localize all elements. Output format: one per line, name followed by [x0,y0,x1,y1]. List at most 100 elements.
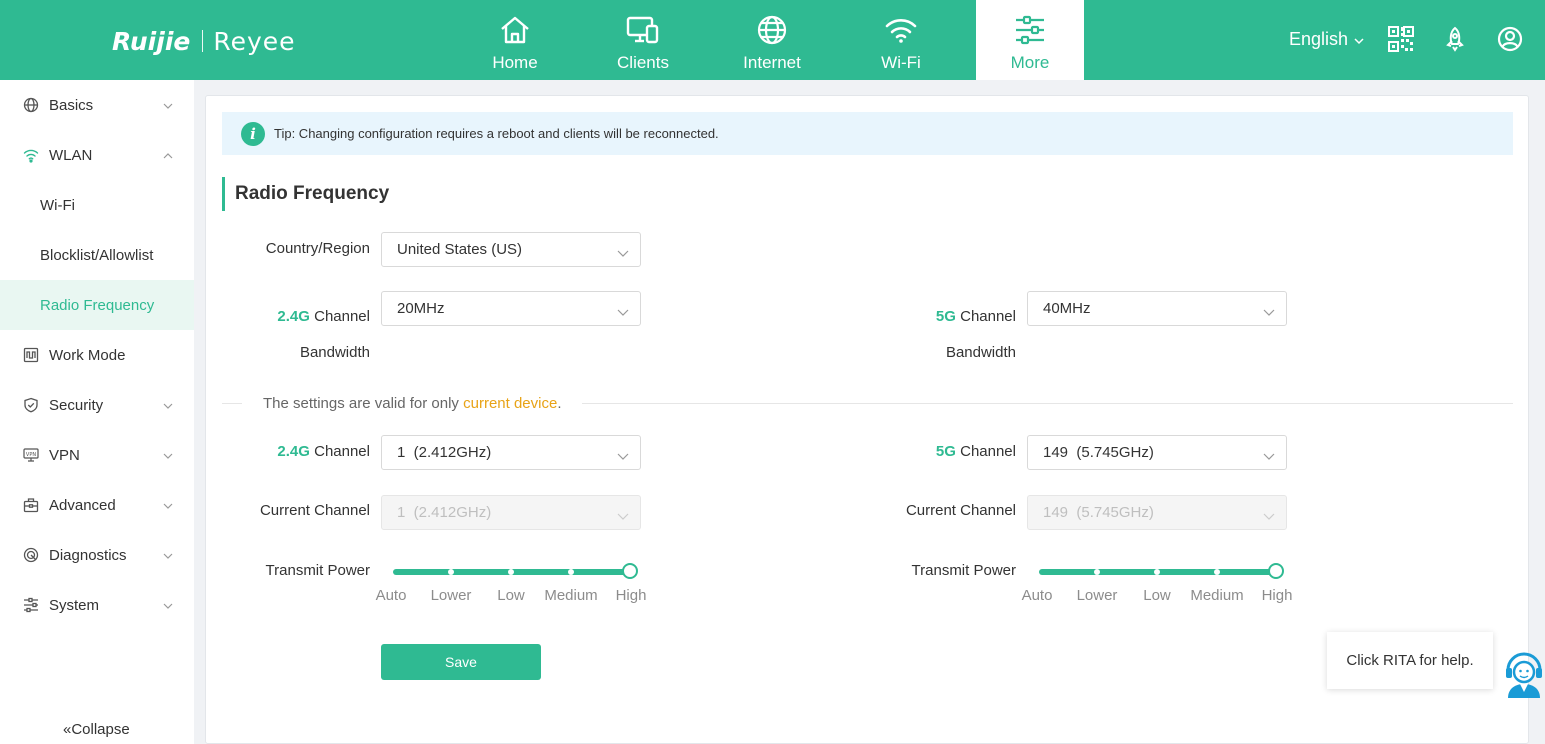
devices-icon [626,13,660,47]
power-level-high[interactable]: High [616,587,647,604]
band24-bandwidth-value: 20MHz [397,300,445,317]
slider-step-dot [1154,569,1160,575]
chevron-down-icon [162,449,174,461]
rita-help-bubble[interactable]: Click RITA for help. [1327,632,1493,689]
band5-bw-label-b: Bandwidth [945,344,1016,361]
divider-line-right [582,403,1513,404]
band24-bandwidth-label: 2.4G Channel Bandwidth [250,299,370,371]
band24-current-channel-select: 1 (2.412GHz) [381,495,641,530]
brand-logo[interactable]: Ruijie Reyee [112,26,296,56]
band5-power-slider[interactable] [1039,562,1284,582]
band24-power-label: Transmit Power [265,562,370,579]
band5-bandwidth-select[interactable]: 40MHz [1027,291,1287,326]
sidebar-item-work-mode[interactable]: Work Mode [0,330,194,380]
chevron-down-icon [617,508,629,520]
sidebar-item-advanced[interactable]: Advanced [0,480,194,530]
band24-channel-label: 2.4G Channel [250,443,370,460]
user-icon[interactable] [1497,26,1523,52]
divider-text-c: . [557,395,562,412]
power-level-medium[interactable]: Medium [1190,587,1243,604]
sidebar-item-diagnostics[interactable]: Diagnostics [0,530,194,580]
chevron-down-icon [162,399,174,411]
logo-separator [202,30,204,52]
sidebar-item-system[interactable]: System [0,580,194,630]
power-level-auto[interactable]: Auto [376,587,407,604]
logo-reyee: Reyee [213,26,296,56]
chevron-down-icon [617,245,629,257]
sidebar-item-label: WLAN [49,146,93,164]
chevron-down-icon [1263,448,1275,460]
country-select[interactable]: United States (US) [381,232,641,267]
chevron-down-icon [162,549,174,561]
power-level-low[interactable]: Low [497,587,525,604]
globe-icon [756,13,788,47]
toolbox-icon [23,497,39,513]
qrcode-icon[interactable] [1388,26,1414,52]
nav-more[interactable]: More [976,0,1084,80]
sidebar-subitem-radio-frequency[interactable]: Radio Frequency [0,280,194,330]
chevron-down-icon [1263,304,1275,316]
band5-channel-value: 149 (5.745GHz) [1043,444,1154,461]
sidebar-subitem-label: Blocklist/Allowlist [40,246,154,264]
sidebar-subitem-wifi[interactable]: Wi-Fi [0,180,194,230]
language-select[interactable]: English [1289,29,1364,50]
band24-power-slider[interactable] [393,562,638,582]
slider-knob[interactable] [622,563,638,579]
sidebar-item-basics[interactable]: Basics [0,80,194,130]
rita-avatar-icon[interactable] [1504,650,1544,698]
power-level-high[interactable]: High [1262,587,1293,604]
sidebar-item-wlan[interactable]: WLAN [0,130,194,180]
power-level-medium[interactable]: Medium [544,587,597,604]
band24-channel-label-text: Channel [314,443,370,460]
nav-home[interactable]: Home [461,0,569,80]
nav-home-label: Home [492,53,538,72]
system-icon [23,597,39,613]
sidebar-item-label: Work Mode [49,346,126,364]
nav-clients[interactable]: Clients [589,0,697,80]
nav-wifi-label: Wi-Fi [881,53,921,72]
band5-current-channel-label: Current Channel [905,502,1016,519]
band24-channel-select[interactable]: 1 (2.412GHz) [381,435,641,470]
save-button[interactable]: Save [381,644,541,680]
band5-channel-tag: 5G [935,443,956,460]
rocket-icon[interactable] [1443,26,1469,52]
power-level-low[interactable]: Low [1143,587,1171,604]
band24-tag: 2.4G [277,308,310,325]
country-label: Country/Region [265,240,370,257]
language-label: English [1289,29,1349,49]
sidebar: Basics WLAN Wi-Fi Blocklist/Allowlist Ra… [0,80,194,744]
sidebar-subitem-blocklist-allowlist[interactable]: Blocklist/Allowlist [0,230,194,280]
band5-power-label: Transmit Power [911,562,1016,579]
nav-more-label: More [1010,53,1050,72]
collapse-label: Collapse [71,721,130,738]
band24-bw-label-a: Channel [314,308,370,325]
tip-text: Tip: Changing configuration requires a r… [274,126,719,141]
workmode-icon [23,347,39,363]
wifi-icon [23,147,39,163]
divider-text-a: The settings are valid for only [263,395,464,412]
sidebar-item-security[interactable]: Security [0,380,194,430]
collapse-button[interactable]: «Collapse [63,721,130,738]
slider-step-dot [1094,569,1100,575]
band5-bandwidth-label: 5G Channel Bandwidth [896,299,1016,371]
divider-line-left [222,403,242,404]
slider-step-dot [1214,569,1220,575]
power-level-lower[interactable]: Lower [1077,587,1118,604]
vpn-icon: VPN [23,447,39,463]
band24-bandwidth-select[interactable]: 20MHz [381,291,641,326]
band24-current-channel-label: Current Channel [259,502,370,519]
slider-knob[interactable] [1268,563,1284,579]
power-level-lower[interactable]: Lower [431,587,472,604]
chevron-down-icon [617,304,629,316]
svg-text:VPN: VPN [26,452,36,458]
power-level-auto[interactable]: Auto [1022,587,1053,604]
band5-channel-select[interactable]: 149 (5.745GHz) [1027,435,1287,470]
chevron-down-icon [1354,29,1364,50]
sidebar-item-label: VPN [49,446,80,464]
nav-wifi[interactable]: Wi-Fi [847,0,955,80]
country-value: United States (US) [397,241,523,258]
sidebar-item-vpn[interactable]: VPN VPN [0,430,194,480]
band24-current-channel-value: 1 (2.412GHz) [397,504,492,521]
nav-internet[interactable]: Internet [718,0,826,80]
diagnostics-icon [23,547,39,563]
